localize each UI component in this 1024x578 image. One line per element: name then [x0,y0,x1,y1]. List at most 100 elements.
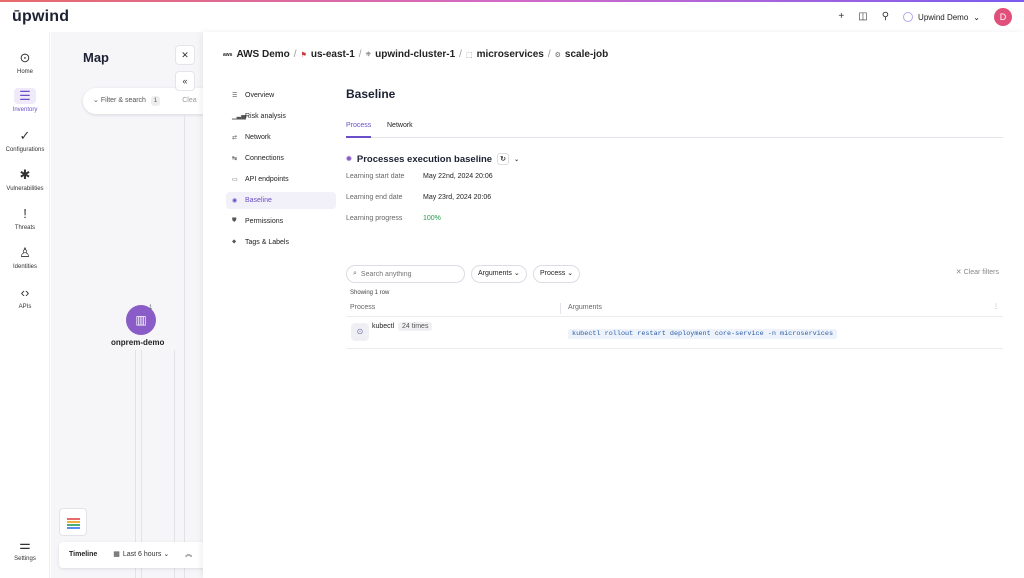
map-filter-bar[interactable]: ⌄ Filter & search 1 Clea [83,88,203,114]
search-icon: ⌕ [353,270,357,277]
close-panel-button[interactable]: ✕ [175,45,195,65]
rail-item-configurations[interactable]: ✓ Configurations [0,128,50,153]
close-icon: ✕ [955,269,962,276]
workspace-name: Upwind Demo [918,12,969,22]
user-switch-icon[interactable]: ⚲ [882,7,889,27]
header-actions: + ◫ ⚲ Upwind Demo ⌄ D [838,7,1012,27]
nav-item-overview[interactable]: ☰ Overview [226,87,336,104]
connections-icon: ↹ [232,156,238,162]
chevron-down-icon[interactable]: ⌄ [514,156,519,163]
nav-item-baseline[interactable]: ◉ Baseline [226,192,336,209]
column-menu-icon[interactable]: ⋮ [993,303,999,310]
arrows-icon: ⇄ [232,135,238,141]
rail-item-settings[interactable]: ⚌ Settings [0,537,50,562]
rail-label-home: Home [16,69,33,75]
nav-item-permissions[interactable]: ⛊ Permissions [226,213,336,230]
breadcrumb-cluster[interactable]: upwind-cluster-1 [375,49,455,60]
rail-item-inventory[interactable]: ☰ Inventory [0,88,50,113]
table-header: Process Arguments ⋮ [346,300,1003,317]
learning-start: Learning start date May 22nd, 2024 20:06 [346,173,493,180]
tag-icon: ⬥ [232,239,237,245]
home-icon: ⊙ [19,50,31,65]
refresh-icon[interactable]: ↻ [497,153,510,165]
timeline-title: Timeline [69,551,98,558]
left-rail: ⊙ Home ☰ Inventory ✓ Configurations ✱ Vu… [0,32,50,578]
process-icon: ⊙ [351,323,369,341]
map-title: Map [83,50,109,65]
aws-icon: aws [223,51,233,58]
workspace-selector[interactable]: Upwind Demo ⌄ [903,12,980,22]
search-box[interactable]: ⌕ [346,265,465,283]
workspace-icon [903,12,914,22]
row-count: Showing 1 row [350,290,390,296]
nav-item-api-endpoints[interactable]: ▭ API endpoints [226,171,336,188]
chevron-down-icon: ⌄ [93,97,99,104]
node-count-badge: 1 [149,305,153,311]
code-icon: ‹› [20,285,30,300]
rail-item-apis[interactable]: ‹› APIs [0,285,50,310]
top-header: ūpwind + ◫ ⚲ Upwind Demo ⌄ D [0,2,1024,32]
column-process[interactable]: Process [350,304,375,311]
nav-item-tags-labels[interactable]: ⬥ Tags & Labels [226,234,336,251]
table-row[interactable]: ⊙ kubectl 24 times kubectl rollout resta… [346,317,1003,349]
nav-item-connections[interactable]: ↹ Connections [226,150,336,167]
calendar-icon: ▦ [113,551,120,558]
book-icon[interactable]: ◫ [858,7,867,27]
alert-icon: ! [23,206,27,221]
shield-icon: ⛊ [232,218,237,224]
plus-icon[interactable]: + [838,7,844,27]
process-table: Process Arguments ⋮ ⊙ kubectl 24 times k… [346,300,1003,349]
rail-label-identities: Identities [12,264,37,270]
rail-item-identities[interactable]: ♙ Identities [0,245,50,270]
map-edge [184,116,185,578]
map-clear-button[interactable]: Clea [182,97,196,104]
bug-icon: ✱ [19,167,31,182]
baseline-tabs: Process Network [346,121,1003,138]
detail-nav: ☰ Overview ▁▃▅ Risk analysis ⇄ Network ↹ Con… [226,87,336,255]
chevron-up-icon[interactable]: ︽ [185,551,192,558]
nav-item-network[interactable]: ⇄ Network [226,129,336,146]
api-icon: ▭ [232,177,238,183]
legend-button[interactable] [59,508,87,536]
rail-item-vulnerabilities[interactable]: ✱ Vulnerabilities [0,167,50,192]
filter-count-badge: 1 [150,96,161,106]
page-title: Baseline [346,87,396,101]
process-count-badge: 24 times [398,322,433,331]
gear-icon: ✹ [346,156,352,163]
chevron-down-icon: ⌄ [973,12,980,22]
timeline-range-selector[interactable]: ▦ Last 6 hours ⌄ [113,551,171,558]
search-input[interactable] [360,270,451,278]
node-label: onprem-demo [111,338,165,347]
tab-network[interactable]: Network [387,121,413,138]
upwind-logo[interactable]: ūpwind [12,8,69,26]
breadcrumb-account[interactable]: AWS Demo [236,49,289,60]
collapse-panel-button[interactable]: « [175,71,195,91]
learning-progress: Learning progress 100% [346,215,441,222]
rail-label-inventory: Inventory [12,107,38,113]
avatar[interactable]: D [994,8,1012,26]
us-flag-icon: ⚑ [300,51,307,59]
nav-item-risk-analysis[interactable]: ▁▃▅ Risk analysis [226,108,336,125]
arguments-filter[interactable]: Arguments ⌄ [471,265,527,283]
rail-item-threats[interactable]: ! Threats [0,206,50,231]
breadcrumb-region[interactable]: us-east-1 [311,49,355,60]
tab-process[interactable]: Process [346,121,372,138]
process-filter[interactable]: Process ⌄ [533,265,581,283]
rail-label-settings: Settings [14,556,36,562]
clear-filters-button[interactable]: ✕ Clear filters [956,268,999,276]
rail-item-home[interactable]: ⊙ Home [0,50,50,75]
section-title: ✹ Processes execution baseline ↻ ⌄ [346,153,520,165]
chevron-down-icon: ⌄ [163,551,170,558]
baseline-icon: ◉ [232,198,238,204]
legend-icon [67,518,80,530]
breadcrumb-namespace[interactable]: microservices [477,49,544,60]
map-filter-placeholder: Filter & search [100,97,146,104]
bar-chart-icon: ▁▃▅ [232,114,246,120]
breadcrumb: aws AWS Demo / ⚑ us-east-1 / ⎈ upwind-cl… [223,49,609,60]
column-arguments[interactable]: Arguments [568,304,602,311]
breadcrumb-workload[interactable]: scale-job [565,49,608,60]
namespace-icon: ⬚ [465,51,473,59]
person-icon: ♙ [19,245,31,260]
map-canvas[interactable]: Map ⌄ Filter & search 1 Clea ▥ 1 onprem-… [51,32,203,578]
rail-label-threats: Threats [14,225,36,231]
